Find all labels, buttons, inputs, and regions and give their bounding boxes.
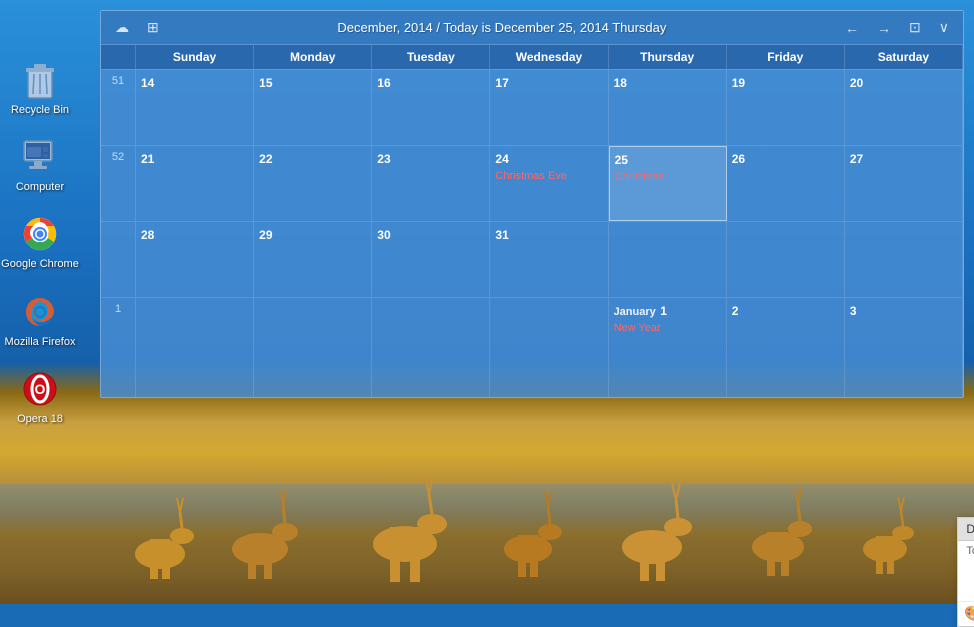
day-wednesday: Wednesday [490, 45, 608, 69]
cal-cell-29[interactable]: 29 [254, 222, 372, 297]
cal-cell-21[interactable]: 21 [136, 146, 254, 221]
cal-cell-15[interactable]: 15 [254, 70, 372, 145]
cal-cell-28[interactable]: 28 [136, 222, 254, 297]
popup-body[interactable]: To-do list ...| [958, 541, 974, 601]
week-num-end [101, 222, 136, 297]
day-tuesday: Tuesday [372, 45, 490, 69]
monitor-button[interactable]: ⊡ [905, 17, 925, 38]
cal-cell-18[interactable]: 18 [609, 70, 727, 145]
calendar-row-week-end: 28 29 30 31 December 31, ✓ To-do list ..… [101, 221, 963, 297]
cal-cell-blank1[interactable] [609, 222, 727, 297]
day-thursday: Thursday [609, 45, 727, 69]
popup-header: December 31, ✓ [958, 518, 974, 541]
calendar-widget: ☁ ⊞ December, 2014 / Today is December 2… [100, 10, 964, 398]
week-num-header [101, 45, 136, 69]
cal-cell-24[interactable]: 24 Christmas Eve [490, 146, 608, 221]
cal-cell-jan-blank1[interactable] [136, 298, 254, 397]
firefox-label: Mozilla Firefox [5, 336, 76, 349]
day-saturday: Saturday [845, 45, 963, 69]
forward-button[interactable]: → [873, 18, 895, 38]
popup-todo-input[interactable]: To-do list ...| [966, 545, 974, 557]
day-monday: Monday [254, 45, 372, 69]
cal-cell-27[interactable]: 27 [845, 146, 963, 221]
calendar-row-week52: 52 21 22 23 24 Christmas Eve 25 Christma… [101, 145, 963, 221]
week-num-51: 51 [101, 70, 136, 145]
antelope-background [0, 424, 974, 604]
cal-cell-jan-blank4[interactable] [490, 298, 608, 397]
cal-cell-20[interactable]: 20 [845, 70, 963, 145]
grid-button[interactable]: ⊞ [143, 17, 163, 38]
popup-footer: 🎨 [958, 601, 974, 626]
recycle-bin-icon[interactable]: Recycle Bin [11, 60, 69, 117]
cal-cell-23[interactable]: 23 [372, 146, 490, 221]
dropdown-button[interactable]: ∨ [935, 17, 953, 38]
back-button[interactable]: ← [841, 18, 863, 38]
opera-icon[interactable]: O Opera 18 [17, 369, 63, 426]
cal-cell-jan1[interactable]: January 1 New Year [609, 298, 727, 397]
computer-icon[interactable]: Computer [16, 137, 64, 194]
cal-cell-jan-blank3[interactable] [372, 298, 490, 397]
mozilla-firefox-icon[interactable]: Mozilla Firefox [5, 292, 76, 349]
calendar-row-week51: 51 14 15 16 17 18 19 20 [101, 69, 963, 145]
popup-paint-icon[interactable]: 🎨 [964, 605, 974, 621]
day-headers: Sunday Monday Tuesday Wednesday Thursday… [101, 45, 963, 69]
cal-cell-16[interactable]: 16 [372, 70, 490, 145]
cal-cell-jan2[interactable]: 2 [727, 298, 845, 397]
cal-cell-blank2[interactable] [727, 222, 845, 297]
cal-cell-blank3[interactable] [845, 222, 963, 297]
calendar-header: ☁ ⊞ December, 2014 / Today is December 2… [101, 11, 963, 45]
computer-label: Computer [16, 181, 64, 194]
cal-cell-19[interactable]: 19 [727, 70, 845, 145]
popup-title: December 31, [966, 522, 974, 536]
calendar-body: 51 14 15 16 17 18 19 20 52 21 22 23 24 C… [101, 69, 963, 397]
opera-label: Opera 18 [17, 413, 63, 426]
cal-cell-31[interactable]: 31 December 31, ✓ To-do list ...| 🎨 [490, 222, 608, 297]
calendar-title: December, 2014 / Today is December 25, 2… [173, 20, 831, 35]
january-label: January [614, 306, 656, 318]
calendar-row-january: 1 January 1 New Year 2 3 [101, 297, 963, 397]
cal-cell-30[interactable]: 30 [372, 222, 490, 297]
cal-cell-22[interactable]: 22 [254, 146, 372, 221]
cloud-button[interactable]: ☁ [111, 17, 133, 38]
new-year-event: New Year [614, 322, 721, 334]
svg-text:O: O [35, 381, 46, 397]
cal-cell-25-today[interactable]: 25 Christmas [609, 146, 727, 221]
google-chrome-icon[interactable]: Google Chrome [1, 214, 79, 271]
desktop-icons: Recycle Bin Computer [0, 60, 80, 426]
christmas-event: Christmas [615, 171, 721, 183]
christmas-eve-event: Christmas Eve [495, 170, 602, 182]
cal-cell-jan-blank2[interactable] [254, 298, 372, 397]
recycle-bin-label: Recycle Bin [11, 104, 69, 117]
chrome-label: Google Chrome [1, 258, 79, 271]
cal-cell-17[interactable]: 17 [490, 70, 608, 145]
cal-cell-14[interactable]: 14 [136, 70, 254, 145]
day-friday: Friday [727, 45, 845, 69]
day-sunday: Sunday [136, 45, 254, 69]
week-num-jan1: 1 [101, 298, 136, 397]
cal-cell-jan3[interactable]: 3 [845, 298, 963, 397]
jan1-num: 1 [660, 304, 667, 318]
event-popup[interactable]: December 31, ✓ To-do list ...| 🎨 [957, 517, 974, 627]
week-num-52: 52 [101, 146, 136, 221]
cal-cell-26[interactable]: 26 [727, 146, 845, 221]
